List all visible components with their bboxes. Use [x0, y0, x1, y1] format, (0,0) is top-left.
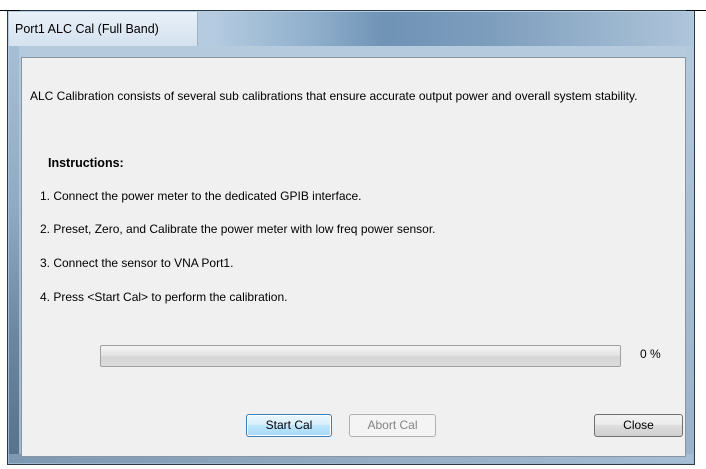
progress-bar — [100, 345, 621, 367]
close-button[interactable]: Close — [594, 414, 683, 437]
start-cal-button[interactable]: Start Cal — [246, 414, 332, 437]
instruction-step: 4. Press <Start Cal> to perform the cali… — [40, 290, 288, 304]
dialog-content: ALC Calibration consists of several sub … — [21, 57, 686, 457]
title-bar[interactable]: Port1 ALC Cal (Full Band) — [9, 12, 693, 46]
window-title: Port1 ALC Cal (Full Band) — [15, 22, 159, 36]
abort-cal-button[interactable]: Abort Cal — [349, 414, 436, 437]
page-corner-mark — [0, 10, 20, 11]
window-border-left — [9, 46, 19, 463]
instruction-step: 1. Connect the power meter to the dedica… — [40, 189, 362, 203]
progress-percent-label: 0 % — [640, 347, 661, 361]
window-border-right — [686, 46, 693, 463]
instruction-step: 3. Connect the sensor to VNA Port1. — [40, 256, 234, 270]
instruction-step: 2. Preset, Zero, and Calibrate the power… — [40, 222, 436, 236]
dialog-window: Port1 ALC Cal (Full Band) ALC Calibratio… — [7, 10, 695, 465]
description-text: ALC Calibration consists of several sub … — [30, 89, 638, 103]
instructions-heading: Instructions: — [48, 156, 124, 170]
page-corner-mark — [686, 10, 706, 11]
title-tab: Port1 ALC Cal (Full Band) — [9, 12, 198, 46]
